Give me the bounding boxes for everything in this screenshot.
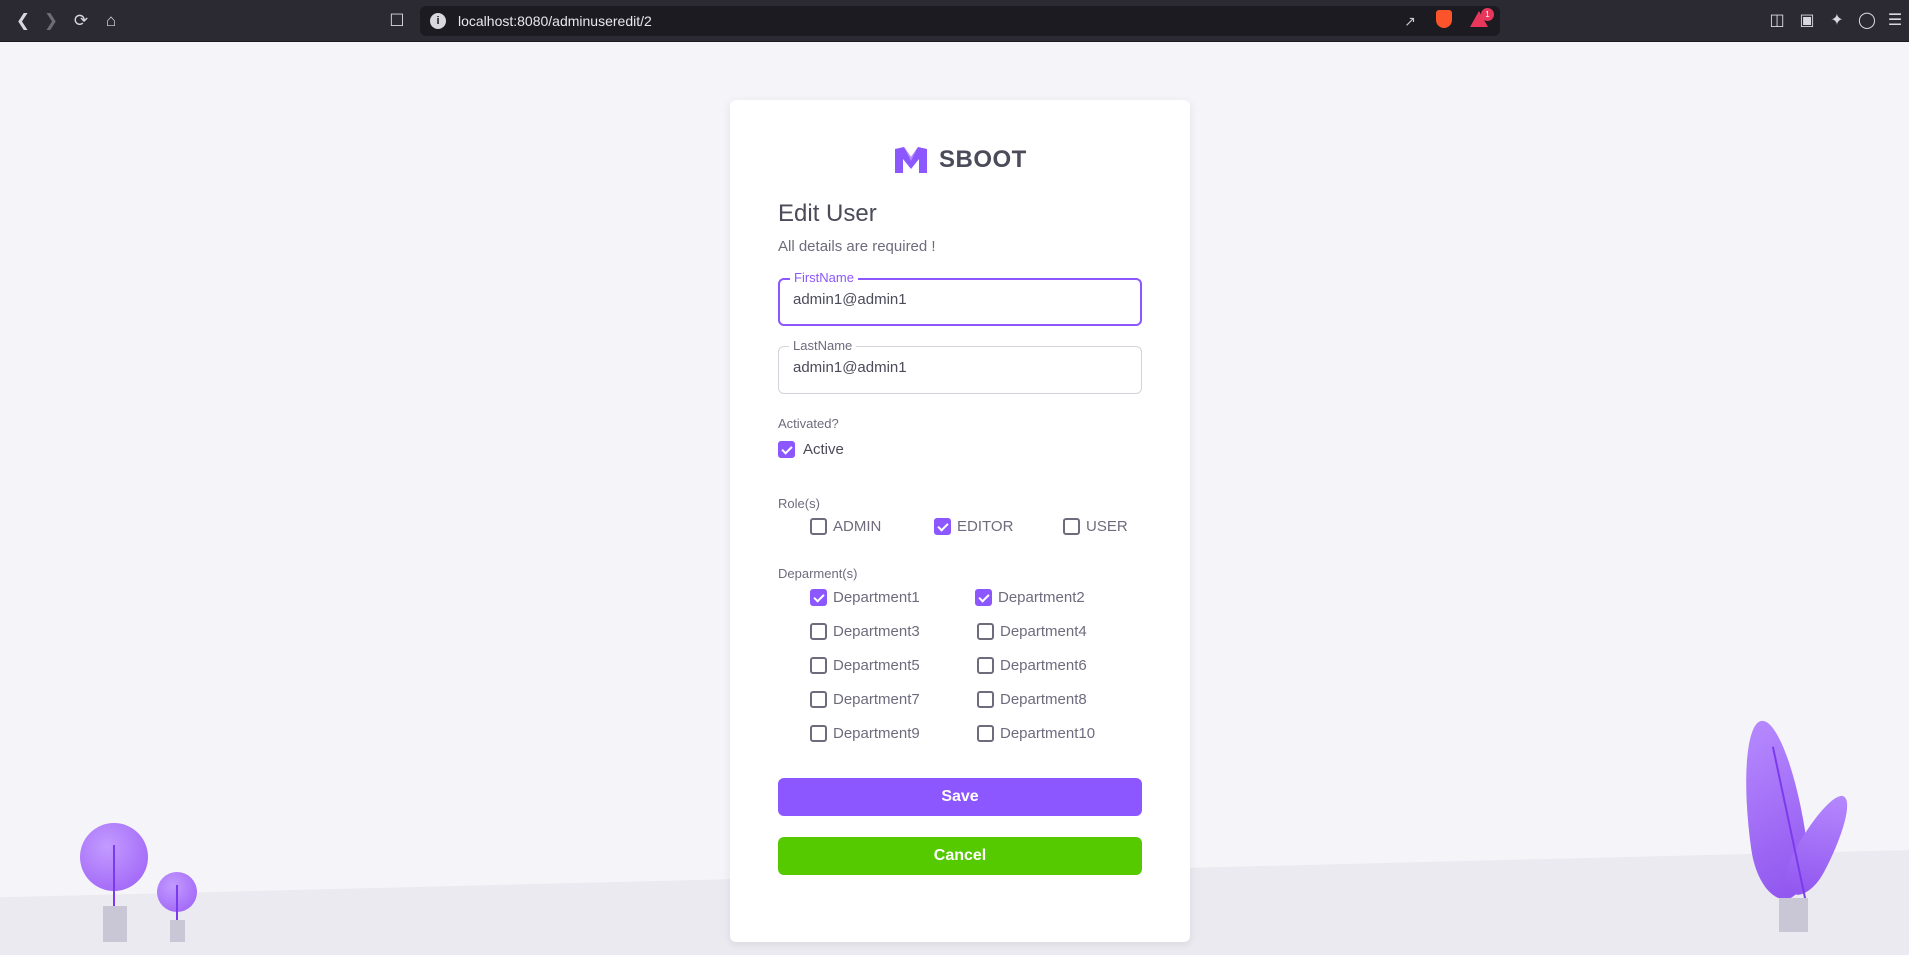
- checkbox-checked-icon[interactable]: [778, 441, 795, 458]
- edit-user-card: SBOOT Edit User All details are required…: [730, 100, 1190, 942]
- checkbox-unchecked-icon[interactable]: [810, 518, 827, 535]
- notification-badge: 1: [1481, 8, 1494, 21]
- reload-icon[interactable]: ⟳: [70, 10, 92, 32]
- tree-large-pot: [103, 906, 127, 942]
- last-name-input[interactable]: [793, 359, 1123, 376]
- department4-checkbox[interactable]: Department4: [977, 623, 1087, 640]
- checkbox-checked-icon[interactable]: [934, 518, 951, 535]
- url-text[interactable]: localhost:8080/adminuseredit/2: [458, 13, 652, 29]
- checkbox-unchecked-icon[interactable]: [977, 657, 994, 674]
- first-name-input[interactable]: [793, 291, 1123, 308]
- checkbox-unchecked-icon[interactable]: [977, 725, 994, 742]
- checkbox-unchecked-icon[interactable]: [1063, 518, 1080, 535]
- department10-label: Department10: [1000, 725, 1096, 742]
- save-button[interactable]: Save: [778, 778, 1142, 816]
- department8-label: Department8: [1000, 691, 1087, 708]
- tree-small-trunk: [176, 885, 178, 921]
- sidebar-icon[interactable]: ◫: [1766, 10, 1788, 32]
- department1-label: Department1: [833, 589, 920, 606]
- tree-small-pot: [170, 920, 185, 942]
- brand-logo[interactable]: SBOOT: [895, 145, 1027, 175]
- department2-label: Department2: [998, 589, 1085, 606]
- active-label: Active: [803, 441, 844, 458]
- department3-label: Department3: [833, 623, 920, 640]
- department8-checkbox[interactable]: Department8: [977, 691, 1087, 708]
- role-editor-label: EDITOR: [957, 518, 1014, 535]
- role-admin-label: ADMIN: [833, 518, 882, 535]
- vpn-icon[interactable]: ◯: [1856, 10, 1878, 32]
- department5-checkbox[interactable]: Department5: [810, 657, 920, 674]
- role-user-label: USER: [1086, 518, 1128, 535]
- site-info-icon[interactable]: i: [430, 13, 446, 29]
- address-bar[interactable]: i localhost:8080/adminuseredit/2 ↗: [420, 6, 1500, 36]
- checkbox-unchecked-icon[interactable]: [810, 657, 827, 674]
- share-icon[interactable]: ↗: [1400, 12, 1420, 30]
- department1-checkbox[interactable]: Department1: [810, 589, 920, 606]
- checkbox-unchecked-icon[interactable]: [810, 725, 827, 742]
- leo-ai-icon[interactable]: ✦: [1826, 10, 1848, 32]
- activated-label: Activated?: [778, 416, 839, 431]
- page-title: Edit User: [778, 200, 877, 227]
- department9-label: Department9: [833, 725, 920, 742]
- department7-label: Department7: [833, 691, 920, 708]
- first-name-field[interactable]: FirstName: [778, 270, 1142, 326]
- departments-label: Deparment(s): [778, 566, 858, 581]
- active-checkbox[interactable]: Active: [778, 441, 844, 458]
- menu-icon[interactable]: ☰: [1884, 10, 1906, 32]
- wallet-icon[interactable]: ▣: [1796, 10, 1818, 32]
- cancel-button[interactable]: Cancel: [778, 837, 1142, 875]
- department6-label: Department6: [1000, 657, 1087, 674]
- page-subtitle: All details are required !: [778, 238, 936, 255]
- first-name-label: FirstName: [790, 270, 858, 285]
- tree-large-trunk: [113, 845, 115, 907]
- last-name-label: LastName: [789, 338, 857, 353]
- checkbox-unchecked-icon[interactable]: [810, 623, 827, 640]
- department2-checkbox[interactable]: Department2: [975, 589, 1085, 606]
- brand-name: SBOOT: [939, 146, 1027, 173]
- department3-checkbox[interactable]: Department3: [810, 623, 920, 640]
- role-user-checkbox[interactable]: USER: [1063, 518, 1128, 535]
- home-icon[interactable]: ⌂: [100, 10, 122, 32]
- department4-label: Department4: [1000, 623, 1087, 640]
- plant-pot: [1779, 898, 1808, 932]
- checkbox-unchecked-icon[interactable]: [977, 691, 994, 708]
- roles-label: Role(s): [778, 496, 820, 511]
- department9-checkbox[interactable]: Department9: [810, 725, 920, 742]
- department5-label: Department5: [833, 657, 920, 674]
- back-icon[interactable]: ❮: [12, 10, 34, 32]
- checkbox-unchecked-icon[interactable]: [977, 623, 994, 640]
- brave-shields-icon[interactable]: [1436, 10, 1452, 28]
- role-admin-checkbox[interactable]: ADMIN: [810, 518, 881, 535]
- checkbox-unchecked-icon[interactable]: [810, 691, 827, 708]
- bookmark-icon[interactable]: ☐: [386, 10, 408, 32]
- checkbox-checked-icon[interactable]: [975, 589, 992, 606]
- role-editor-checkbox[interactable]: EDITOR: [934, 518, 1013, 535]
- forward-icon[interactable]: ❯: [40, 10, 62, 32]
- department6-checkbox[interactable]: Department6: [977, 657, 1087, 674]
- last-name-field[interactable]: LastName: [778, 338, 1142, 394]
- checkbox-checked-icon[interactable]: [810, 589, 827, 606]
- department7-checkbox[interactable]: Department7: [810, 691, 920, 708]
- browser-toolbar: ❮ ❯ ⟳ ⌂ ☐ i localhost:8080/adminuseredit…: [0, 0, 1909, 42]
- brand-mark-icon: [895, 147, 927, 173]
- department10-checkbox[interactable]: Department10: [977, 725, 1095, 742]
